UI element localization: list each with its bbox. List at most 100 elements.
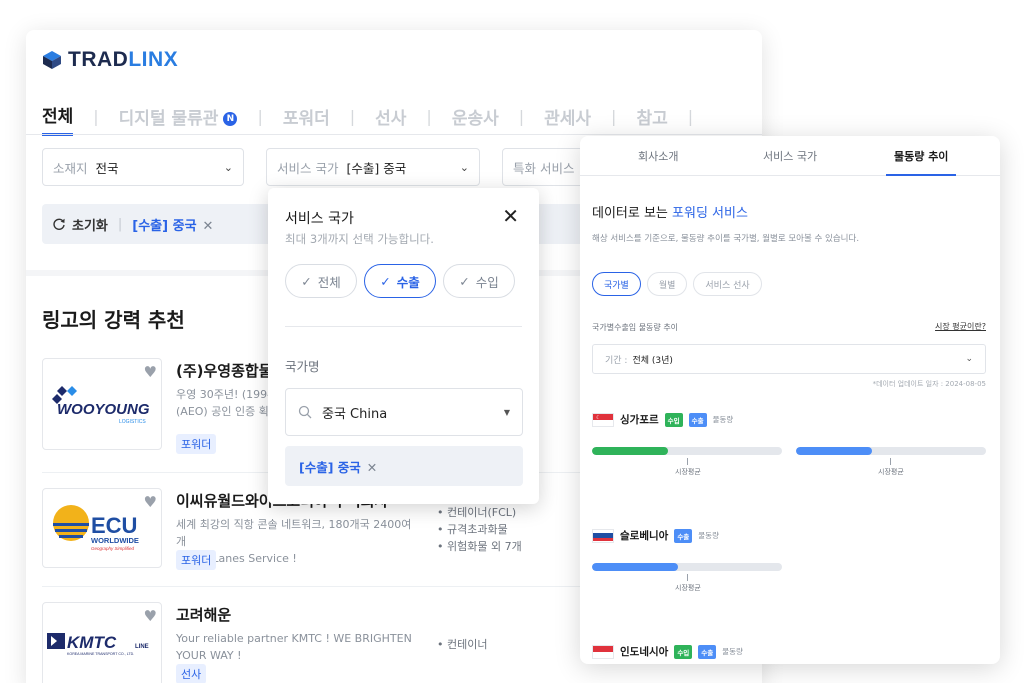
tab-forwarder[interactable]: 포워더 <box>283 104 330 135</box>
service-list: • 컨테이너 <box>437 638 488 651</box>
brand-wordmark: TRADLINX <box>68 48 179 71</box>
import-badge: 수입 <box>674 644 693 659</box>
panel-description: 해상 서비스를 기준으로, 물동량 추이를 국가별, 월별로 모아볼 수 있습니… <box>592 234 860 244</box>
tabs-divider <box>26 134 762 135</box>
chevron-down-icon: ⌄ <box>459 160 469 174</box>
market-average-tick <box>890 458 891 465</box>
company-logo: ♥ ECU WORLDWIDE Geography Simplified <box>42 488 162 568</box>
chip-separator: | <box>117 216 123 232</box>
svg-text:KOREA MARINE TRANSPORT CO., LT: KOREA MARINE TRANSPORT CO., LTD. <box>67 652 134 656</box>
panel-tabs: 회사소개 서비스 국가 물동량 추이 <box>580 136 1000 176</box>
reset-button[interactable]: 초기화 <box>52 215 108 234</box>
heart-icon[interactable]: ♥ <box>144 363 157 381</box>
search-icon <box>298 405 312 419</box>
company-type-tag: 포워더 <box>176 550 217 570</box>
market-average-tick <box>687 458 688 465</box>
tab-separator: | <box>349 106 356 126</box>
slovenia-flag-icon <box>592 528 614 543</box>
export-volume-bar <box>592 563 782 571</box>
import-volume-fill <box>592 447 668 455</box>
tab-volume-trend[interactable]: 물동량 추이 <box>894 148 948 164</box>
active-tab-underline <box>886 174 956 176</box>
pill-import[interactable]: ✓ 수입 <box>443 264 515 298</box>
category-tabs: 전체 | 디지털 물류관 N | 포워더 | 선사 | 운송사 | 관세사 | 참… <box>42 102 713 136</box>
pill-service-carrier[interactable]: 서비스 선사 <box>693 272 762 296</box>
country-search-select[interactable]: 중국 China ▼ <box>285 388 523 436</box>
svg-text:KMTC: KMTC <box>67 633 117 652</box>
selected-country-chip[interactable]: [수출] 중국 ✕ <box>299 457 377 476</box>
service-list: • 컨테이너(FCL) • 규격초과화물 • 위험화물 외 7개 <box>437 506 522 553</box>
tab-reference[interactable]: 참고 <box>636 104 667 135</box>
popup-divider <box>285 326 522 327</box>
company-detail-panel: 회사소개 서비스 국가 물동량 추이 데이터로 보는 포워딩 서비스 해상 서비… <box>580 136 1000 664</box>
tab-separator: | <box>426 106 432 126</box>
close-icon[interactable]: ✕ <box>502 204 519 228</box>
indonesia-flag-icon <box>592 644 614 659</box>
direction-pills: ✓ 전체 ✓ 수출 ✓ 수입 <box>285 264 515 298</box>
check-icon: ✓ <box>380 273 391 289</box>
country-row-singapore: ☾ 싱가포르 수입 수출 물동량 <box>592 412 733 427</box>
popup-subtitle: 최대 3개까지 선택 가능합니다. <box>285 232 434 246</box>
company-logo: ♥ WOOYOUNG LOGISTICS <box>42 358 162 450</box>
country-row-slovenia: 슬로베니아 수출 물동량 <box>592 528 719 543</box>
tab-separator: | <box>257 106 263 126</box>
pill-export[interactable]: ✓ 수출 <box>364 264 436 298</box>
export-volume-fill <box>796 447 872 455</box>
screenshot-stage: TRADLINX 전체 | 디지털 물류관 N | 포워더 | 선사 | 운송사 … <box>0 0 1024 683</box>
singapore-flag-icon: ☾ <box>592 412 614 427</box>
svg-text:LINE: LINE <box>135 644 149 650</box>
tab-all[interactable]: 전체 <box>42 102 74 136</box>
market-average-label: 시장평균 <box>675 584 701 592</box>
export-badge: 수출 <box>698 644 717 659</box>
chevron-down-icon: ⌄ <box>965 354 973 364</box>
chevron-down-icon: ⌄ <box>223 160 233 174</box>
check-icon: ✓ <box>301 273 312 289</box>
tab-company-intro[interactable]: 회사소개 <box>638 148 678 164</box>
selected-country-box: [수출] 중국 ✕ <box>285 446 523 486</box>
brand-logo[interactable]: TRADLINX <box>42 48 178 72</box>
tab-digital-logistics[interactable]: 디지털 물류관 N <box>119 104 238 135</box>
check-icon: ✓ <box>459 273 470 289</box>
panel-title: 데이터로 보는 포워딩 서비스 <box>592 206 748 221</box>
popup-title: 서비스 국가 <box>285 211 354 227</box>
section-title: 링고의 강력 추천 <box>42 308 185 332</box>
import-volume-bar <box>592 447 782 455</box>
country-name-label: 국가명 <box>285 359 320 374</box>
market-average-link[interactable]: 시장 평균이란? <box>935 321 986 332</box>
close-icon[interactable]: ✕ <box>367 460 377 475</box>
tab-separator: | <box>518 106 525 126</box>
tab-separator: | <box>93 106 99 126</box>
close-icon[interactable]: ✕ <box>203 219 214 234</box>
svg-text:WORLDWIDE: WORLDWIDE <box>91 536 139 545</box>
pill-by-month[interactable]: 월별 <box>646 272 688 296</box>
tab-service-country[interactable]: 서비스 국가 <box>763 148 817 164</box>
period-select[interactable]: 기간 : 전체 (3년) ⌄ <box>592 344 986 374</box>
company-name[interactable]: 고려해운 <box>176 604 231 625</box>
market-average-label: 시장평균 <box>878 468 904 476</box>
location-filter[interactable]: 소재지 전국 ⌄ <box>42 148 244 186</box>
company-description: Your reliable partner KMTC ! WE BRIGHTEN… <box>176 632 412 662</box>
market-average-tick <box>687 574 688 581</box>
caret-down-icon: ▼ <box>503 407 510 417</box>
market-average-label: 시장평균 <box>675 468 701 476</box>
company-logo: ♥ KMTC LINE KOREA MARINE TRANSPORT CO., … <box>42 602 162 683</box>
view-mode-pills: 국가별 월별 서비스 선사 <box>592 272 762 296</box>
export-volume-bar <box>796 447 986 455</box>
tab-separator: | <box>687 106 694 126</box>
service-country-filter[interactable]: 서비스 국가 [수출] 중국 ⌄ <box>266 148 480 186</box>
svg-text:WOOYOUNG: WOOYOUNG <box>57 401 150 418</box>
svg-text:ECU: ECU <box>91 513 137 538</box>
heart-icon[interactable]: ♥ <box>144 493 157 511</box>
heart-icon[interactable]: ♥ <box>144 607 157 625</box>
pill-all[interactable]: ✓ 전체 <box>285 264 357 298</box>
export-badge: 수출 <box>688 412 707 427</box>
pill-by-country[interactable]: 국가별 <box>592 272 641 296</box>
tab-shipping-line[interactable]: 선사 <box>375 104 406 135</box>
company-type-tag: 포워더 <box>176 434 217 454</box>
tab-carrier[interactable]: 운송사 <box>452 104 499 135</box>
company-type-tag: 선사 <box>176 664 207 683</box>
export-badge: 수출 <box>674 528 693 543</box>
tab-customs-broker[interactable]: 관세사 <box>544 104 591 135</box>
svg-text:Geography Simplified: Geography Simplified <box>91 546 135 551</box>
active-filter-chip[interactable]: [수출] 중국 ✕ <box>132 215 213 234</box>
